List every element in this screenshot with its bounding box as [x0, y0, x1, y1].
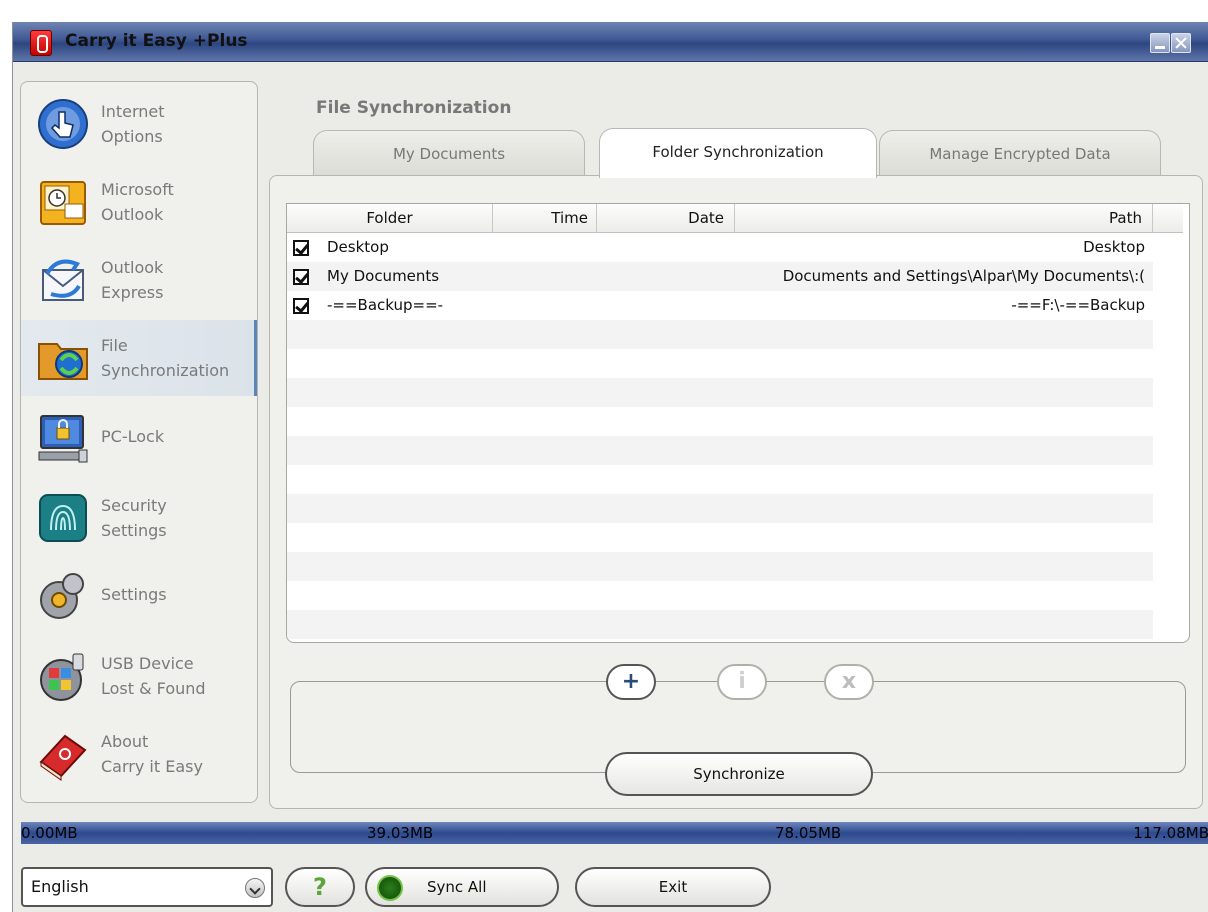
- app-window: Carry it Easy +Plus Internet Options Mic…: [12, 22, 1208, 912]
- sidebar-item-security-settings[interactable]: Security Settings: [21, 480, 257, 556]
- sidebar-item-label: Microsoft: [101, 180, 174, 199]
- table-header: Folder Time Date Path: [287, 204, 1183, 233]
- sidebar-item-label: Lost & Found: [101, 679, 206, 698]
- outlook-express-icon: [42, 259, 84, 301]
- sidebar-item-label: Carry it Easy: [101, 757, 203, 776]
- sidebar-item-file-synchronization[interactable]: File Synchronization: [21, 320, 257, 396]
- empty-row: [287, 494, 1153, 523]
- empty-row: [287, 407, 1153, 436]
- sidebar-item-outlook-express[interactable]: Outlook Express: [21, 242, 257, 318]
- sync-all-label: Sync All: [427, 878, 487, 896]
- sidebar-item-label: About: [101, 732, 149, 751]
- column-header-path[interactable]: Path: [735, 204, 1153, 233]
- sidebar-item-pc-lock[interactable]: PC-Lock: [21, 400, 257, 476]
- row-checkbox[interactable]: [293, 240, 309, 256]
- outlook-icon: [40, 181, 86, 225]
- sidebar-item-label: Express: [101, 283, 164, 302]
- sidebar-item-microsoft-outlook[interactable]: Microsoft Outlook: [21, 164, 257, 240]
- tab-folder-synchronization[interactable]: Folder Synchronization: [599, 128, 877, 178]
- folder-cell: Desktop: [327, 238, 389, 256]
- storage-usage-bar: 0.00MB 39.03MB 78.05MB 117.08MB: [21, 822, 1208, 844]
- internet-options-icon: [38, 99, 88, 149]
- tab-manage-encrypted-data[interactable]: Manage Encrypted Data: [879, 130, 1161, 176]
- sync-all-button[interactable]: Sync All: [365, 867, 559, 907]
- window-title: Carry it Easy +Plus: [65, 31, 248, 51]
- help-button[interactable]: ?: [285, 867, 355, 907]
- empty-row: [287, 581, 1153, 610]
- exit-button[interactable]: Exit: [575, 867, 771, 907]
- title-bar[interactable]: Carry it Easy +Plus: [13, 22, 1208, 62]
- empty-row: [287, 523, 1153, 552]
- synchronize-button[interactable]: Synchronize: [605, 752, 873, 796]
- table-row[interactable]: Desktop Desktop: [287, 233, 1153, 262]
- table-row[interactable]: My Documents ):\Documents and Settings\A…: [287, 262, 1153, 291]
- sidebar-item-settings[interactable]: Settings: [21, 558, 257, 634]
- sidebar-item-usb-device-lost-found[interactable]: USB Device Lost & Found: [21, 638, 257, 714]
- sidebar-item-label: USB Device: [101, 654, 194, 673]
- empty-row: [287, 349, 1153, 378]
- language-value: English: [31, 877, 89, 896]
- sidebar-item-label: File: [101, 336, 128, 355]
- row-checkbox[interactable]: [293, 269, 309, 285]
- sidebar-item-label: Settings: [101, 585, 167, 604]
- sidebar-item-label: Outlook: [101, 258, 164, 277]
- sidebar-item-label: Internet: [101, 102, 165, 121]
- storage-tick-label: 117.08MB: [1133, 824, 1208, 842]
- info-button[interactable]: i: [717, 664, 767, 700]
- folder-table: Folder Time Date Path Desktop Desktop My…: [286, 203, 1190, 643]
- chevron-down-icon[interactable]: [245, 878, 265, 898]
- table-row[interactable]: -==Backup==- F:\-==Backup==-: [287, 291, 1153, 320]
- folder-cell: -==Backup==-: [327, 296, 444, 314]
- path-cell: F:\-==Backup==-: [1011, 296, 1145, 314]
- minimize-button[interactable]: [1150, 33, 1170, 53]
- empty-row: [287, 320, 1153, 349]
- file-sync-icon: [38, 343, 88, 380]
- empty-row: [287, 465, 1153, 494]
- column-header-date[interactable]: Date: [597, 204, 735, 233]
- settings-gear-icon: [40, 573, 84, 619]
- app-logo-icon: [30, 30, 52, 56]
- tab-my-documents[interactable]: My Documents: [313, 130, 585, 176]
- add-folder-button[interactable]: +: [606, 664, 656, 700]
- storage-tick-label: 78.05MB: [775, 824, 842, 842]
- about-book-icon: [39, 734, 87, 781]
- folder-cell: My Documents: [327, 267, 440, 285]
- sidebar-item-label: PC-Lock: [101, 427, 165, 446]
- sync-icon: [377, 875, 403, 901]
- sidebar-item-about[interactable]: About Carry it Easy: [21, 716, 257, 792]
- sidebar: Internet Options Microsoft Outlook Outlo…: [20, 81, 258, 803]
- page-title: File Synchronization: [316, 98, 512, 118]
- sidebar-item-label: Synchronization: [101, 361, 230, 380]
- content-panel: Folder Time Date Path Desktop Desktop My…: [269, 175, 1203, 809]
- row-checkbox[interactable]: [293, 298, 309, 314]
- storage-tick-label: 0.00MB: [21, 824, 78, 842]
- usb-device-icon: [40, 653, 84, 701]
- remove-folder-button[interactable]: x: [824, 664, 874, 700]
- column-header-time[interactable]: Time: [493, 204, 597, 233]
- pc-lock-icon: [38, 415, 88, 463]
- path-cell: Desktop: [1083, 238, 1145, 256]
- empty-row: [287, 552, 1153, 581]
- fingerprint-icon: [39, 494, 87, 542]
- column-header-filler: [1153, 204, 1183, 233]
- sidebar-item-internet-options[interactable]: Internet Options: [21, 86, 257, 162]
- empty-row: [287, 378, 1153, 407]
- column-header-folder[interactable]: Folder: [287, 204, 493, 233]
- sidebar-item-label: Options: [101, 127, 163, 146]
- empty-row: [287, 610, 1153, 639]
- close-button[interactable]: [1171, 33, 1191, 53]
- path-cell: ):\Documents and Settings\Alpar\My Docum…: [782, 267, 1145, 285]
- language-select[interactable]: English: [21, 867, 273, 907]
- sidebar-item-label: Settings: [101, 521, 167, 540]
- storage-tick-label: 39.03MB: [367, 824, 434, 842]
- empty-row: [287, 436, 1153, 465]
- sidebar-item-label: Security: [101, 496, 167, 515]
- sidebar-item-label: Outlook: [101, 205, 164, 224]
